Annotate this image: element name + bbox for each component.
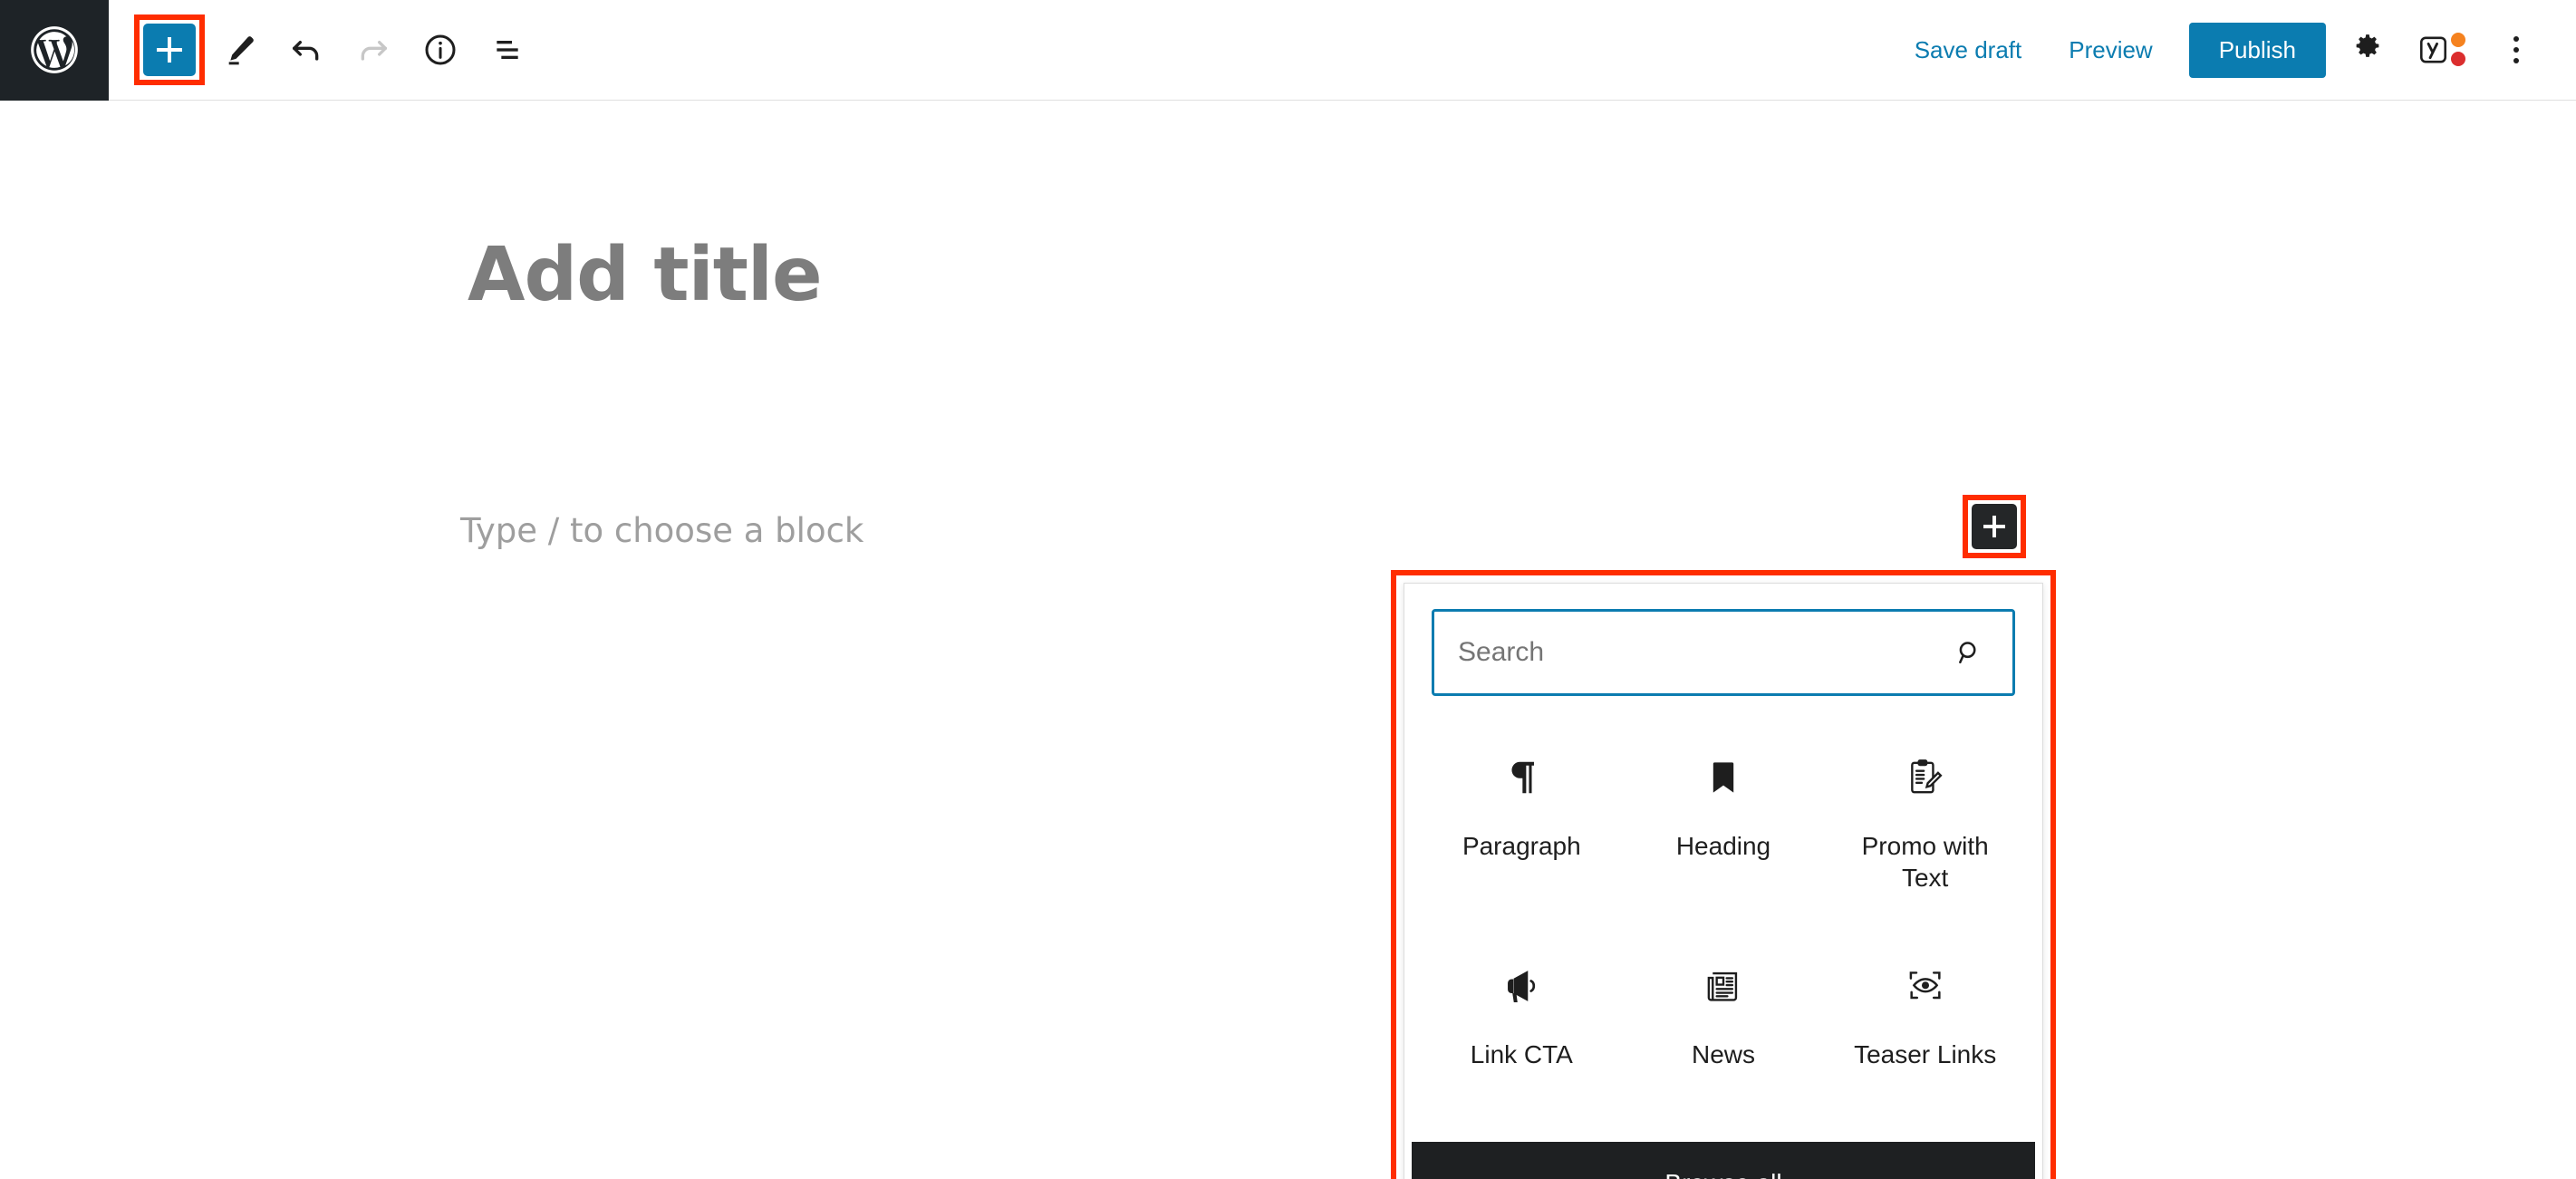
inserter-search-area (1404, 584, 2042, 712)
preview-button[interactable]: Preview (2045, 24, 2176, 77)
settings-button[interactable] (2335, 17, 2400, 82)
wordpress-logo-button[interactable] (0, 0, 109, 101)
yoast-seo-icon (2418, 29, 2465, 71)
gear-icon (2350, 32, 2385, 69)
inline-block-inserter-button[interactable] (1972, 504, 2017, 549)
block-item-label: Teaser Links (1854, 1040, 1997, 1068)
empty-block-placeholder[interactable]: Type / to choose a block (460, 511, 863, 550)
top-bar-right-actions: Save draft Preview Publish (1891, 0, 2576, 101)
block-item-news[interactable]: News (1623, 933, 1825, 1142)
search-input[interactable] (1458, 637, 1949, 668)
block-item-heading[interactable]: Heading (1623, 725, 1825, 933)
list-view-icon (489, 32, 526, 68)
yoast-status-dot-red (2451, 52, 2465, 66)
redo-arrow-icon (355, 32, 391, 68)
info-circle-icon (422, 32, 458, 68)
browse-all-button[interactable]: Browse all (1412, 1142, 2035, 1179)
top-bar-left-tools (109, 0, 540, 101)
list-view-button[interactable] (475, 17, 540, 82)
block-item-label: Promo with Text (1861, 832, 1989, 892)
eye-frame-icon (1905, 957, 1946, 1015)
block-item-label: Link CTA (1470, 1040, 1573, 1068)
bookmark-icon (1704, 749, 1742, 807)
pencil-icon (221, 32, 257, 68)
block-inserter-highlight-wrap (134, 14, 205, 85)
tools-edit-button[interactable] (207, 17, 272, 82)
wordpress-block-editor-screen: Save draft Preview Publish Add title Typ… (0, 0, 2576, 1179)
block-item-link-cta[interactable]: Link CTA (1421, 933, 1623, 1142)
block-item-paragraph[interactable]: Paragraph (1421, 725, 1623, 933)
block-item-teaser-links[interactable]: Teaser Links (1824, 933, 2026, 1142)
kebab-menu-icon (2513, 36, 2519, 63)
post-title-placeholder[interactable]: Add title (468, 232, 823, 318)
publish-button[interactable]: Publish (2188, 22, 2326, 78)
redo-button[interactable] (341, 17, 406, 82)
block-type-grid: Paragraph Heading Promo with Text Link C… (1404, 712, 2042, 1142)
wordpress-logo-icon (26, 22, 82, 78)
yoast-seo-button[interactable] (2409, 17, 2475, 82)
clipboard-pencil-icon (1905, 749, 1945, 807)
editor-top-bar: Save draft Preview Publish (0, 0, 2576, 101)
block-inserter-popover: Paragraph Heading (1404, 583, 2043, 1179)
block-item-label: Heading (1675, 832, 1771, 860)
editor-canvas: Add title Type / to choose a block Searc… (0, 101, 2576, 1179)
annotation-highlight-inserter-popover: Paragraph Heading (1391, 570, 2056, 1179)
block-item-label: News (1691, 1040, 1755, 1068)
details-button[interactable] (408, 17, 473, 82)
megaphone-icon (1500, 957, 1542, 1015)
more-options-button[interactable] (2484, 17, 2549, 82)
yoast-status-dot-orange (2451, 33, 2465, 47)
block-inserter-button[interactable] (143, 24, 196, 76)
undo-arrow-icon (288, 32, 324, 68)
search-field-wrapper[interactable] (1432, 609, 2015, 696)
block-item-promo-with-text[interactable]: Promo with Text (1824, 725, 2026, 933)
search-magnifier-icon (1949, 633, 1989, 672)
block-item-label: Paragraph (1462, 832, 1581, 860)
undo-button[interactable] (274, 17, 339, 82)
inline-block-inserter-highlight-wrap (1963, 495, 2026, 558)
save-draft-button[interactable]: Save draft (1891, 24, 2046, 77)
pilcrow-icon (1500, 749, 1542, 807)
newspaper-icon (1703, 957, 1743, 1015)
